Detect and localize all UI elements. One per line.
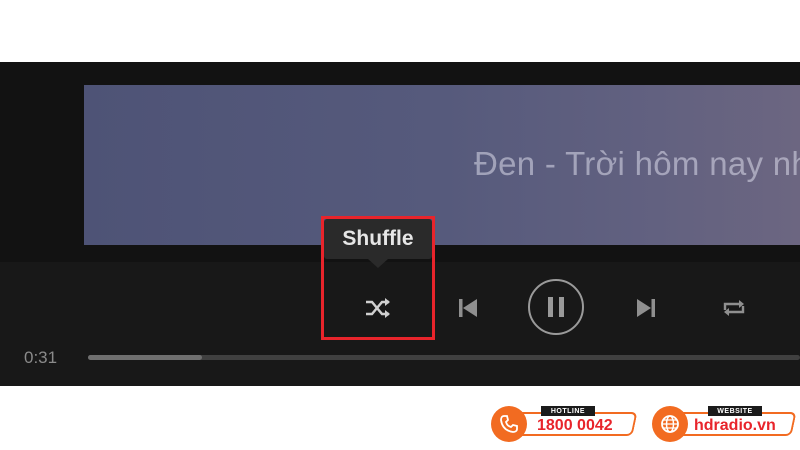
skip-previous-icon bbox=[459, 299, 477, 317]
pause-button[interactable] bbox=[528, 279, 584, 335]
phone-icon bbox=[500, 415, 518, 433]
shuffle-tooltip: Shuffle bbox=[324, 219, 432, 259]
website-badge: WEBSITE hdradio.vn bbox=[652, 406, 800, 442]
time-elapsed: 0:31 bbox=[24, 348, 58, 367]
skip-next-icon bbox=[637, 299, 655, 317]
globe-icon bbox=[661, 415, 679, 433]
shuffle-button[interactable] bbox=[360, 290, 396, 326]
repeat-button[interactable] bbox=[716, 290, 752, 326]
previous-button[interactable] bbox=[452, 290, 484, 326]
hotline-number: 1800 0042 bbox=[537, 417, 613, 434]
now-playing-banner: Đen - Trời hôm nay nhi bbox=[84, 85, 800, 245]
playback-controls-bar: 0:31 bbox=[0, 262, 800, 386]
phone-icon-circle bbox=[491, 406, 527, 442]
repeat-icon bbox=[723, 300, 745, 316]
progress-fill bbox=[88, 355, 202, 360]
hotline-badge: HOTLINE 1800 0042 bbox=[491, 406, 639, 442]
pause-icon bbox=[548, 297, 564, 317]
tooltip-arrow bbox=[368, 259, 388, 268]
hotline-caption: HOTLINE bbox=[541, 406, 595, 416]
website-caption: WEBSITE bbox=[708, 406, 762, 416]
progress-bar[interactable] bbox=[88, 355, 800, 360]
website-url: hdradio.vn bbox=[694, 417, 776, 434]
next-button[interactable] bbox=[630, 290, 662, 326]
now-playing-title: Đen - Trời hôm nay nhi bbox=[474, 145, 800, 182]
globe-icon-circle bbox=[652, 406, 688, 442]
shuffle-icon bbox=[366, 298, 390, 318]
